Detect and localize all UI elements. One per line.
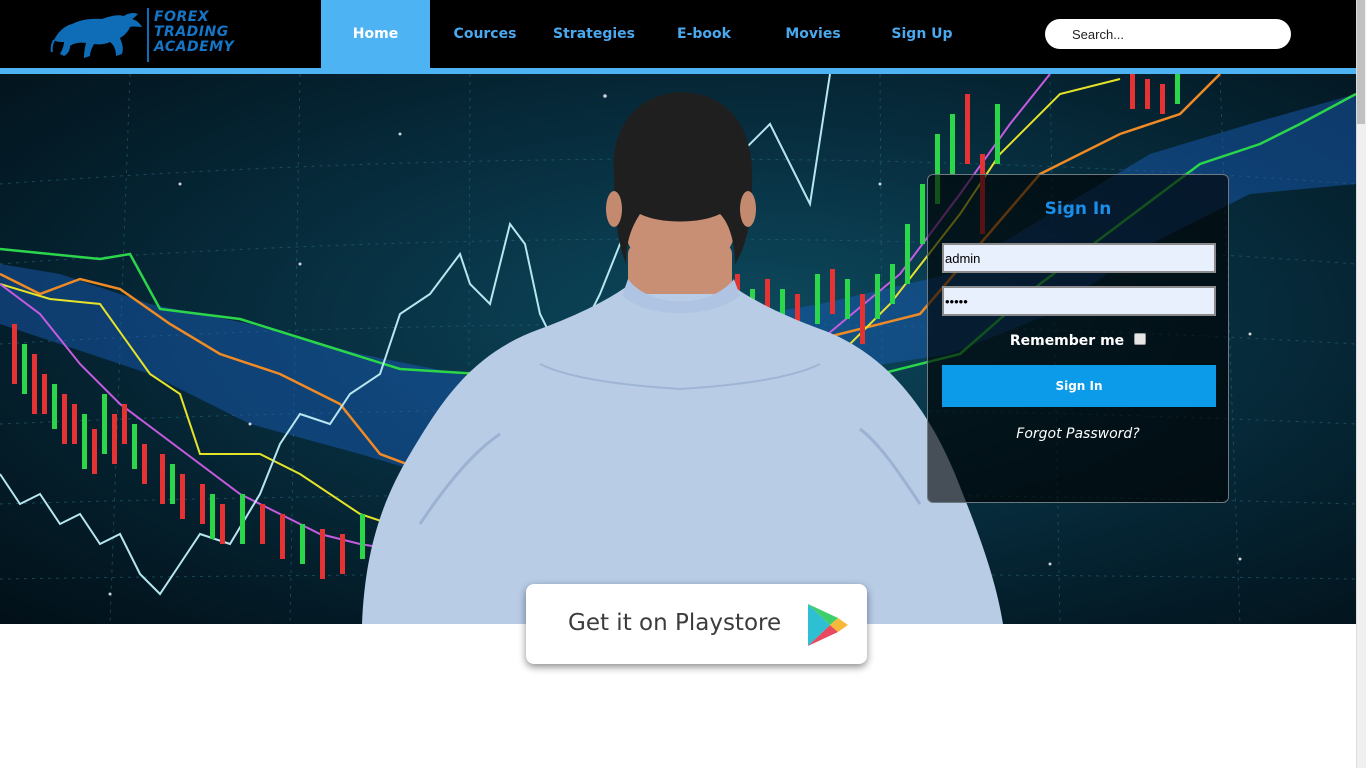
signin-button[interactable]: Sign In [942,365,1216,407]
brand-name: FOREX TRADING ACADEMY [154,10,234,55]
remember-me-label: Remember me [1009,333,1125,349]
nav-cources[interactable]: Cources [440,0,530,68]
top-navbar: FOREX TRADING ACADEMY Home Cources Strat… [0,0,1356,68]
password-field[interactable] [942,286,1216,316]
nav-movies[interactable]: Movies [768,0,858,68]
nav-home[interactable]: Home [321,0,430,68]
play-triangle-icon [808,604,848,646]
username-field[interactable] [942,243,1216,273]
nav-ebook[interactable]: E-book [660,0,748,68]
bull-logo-icon [50,12,142,59]
page-scrollbar[interactable] [1356,0,1366,768]
brand-line-2: TRADING [154,24,229,40]
brand-line-3: ACADEMY [154,39,235,55]
playstore-button[interactable]: Get it on Playstore [526,584,867,664]
remember-me-row: Remember me [928,333,1228,349]
remember-me-checkbox[interactable] [1134,333,1147,345]
playstore-label: Get it on Playstore [568,610,782,636]
scrollbar-thumb[interactable] [1357,0,1365,124]
signin-panel: Sign In Remember me Sign In Forgot Passw… [927,174,1229,503]
forgot-password-link[interactable]: Forgot Password? [928,426,1228,442]
signin-title: Sign In [1044,199,1112,219]
brand-logo[interactable]: FOREX TRADING ACADEMY [50,6,240,64]
logo-divider [147,8,149,62]
search-input[interactable] [1045,19,1291,49]
nav-signup[interactable]: Sign Up [876,0,968,68]
nav-strategies[interactable]: Strategies [548,0,640,68]
nav-accent-bar [0,68,1356,74]
brand-line-1: FOREX [154,9,210,25]
